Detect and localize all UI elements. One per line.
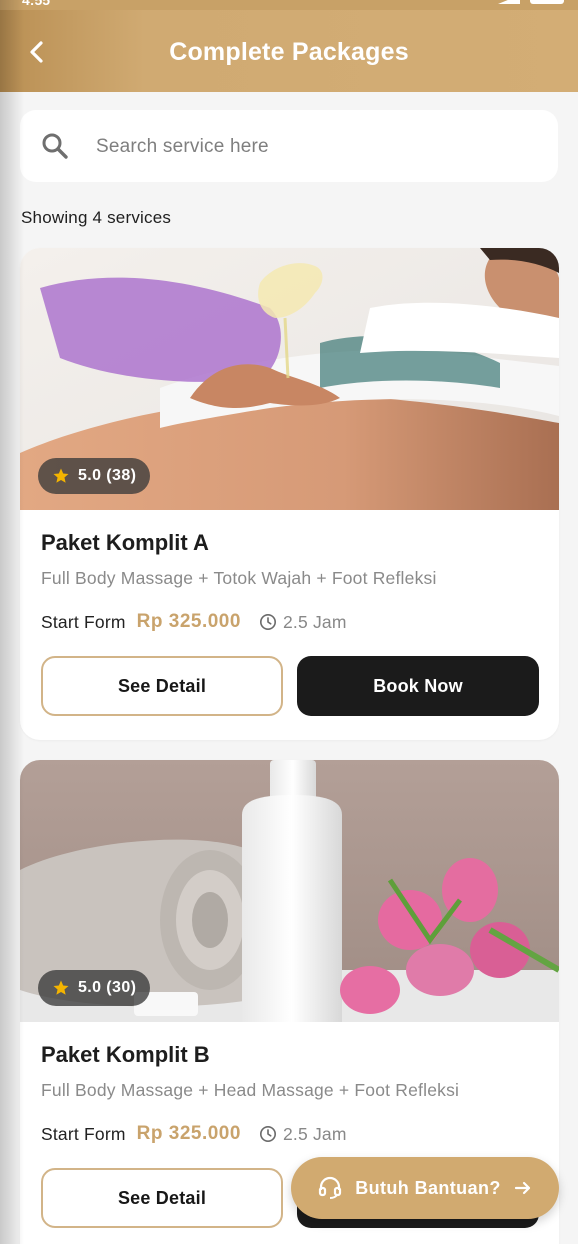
service-description: Full Body Massage + Head Massage + Foot … [41, 1080, 460, 1100]
duration: 2.5 Jam [282, 1123, 347, 1144]
star-icon [53, 980, 69, 995]
price-row: Start Form Rp 325.000 2.5 Jam [41, 608, 347, 636]
app-screen: 4:55 Complete Packages Showing 4 service… [0, 0, 578, 1244]
service-description: Full Body Massage + Totok Wajah + Foot R… [41, 568, 437, 588]
service-image: 5.0 (30) [20, 760, 559, 1022]
results-count: Showing 4 services [21, 208, 172, 227]
rating-badge: 5.0 (38) [38, 458, 151, 494]
app-header: Complete Packages [0, 10, 578, 92]
search-bar[interactable] [20, 110, 558, 182]
rating-text: 5.0 (38) [78, 467, 137, 484]
see-detail-button[interactable]: See Detail [41, 656, 283, 716]
signal-icon [498, 0, 520, 4]
service-card[interactable]: 5.0 (38) Paket Komplit A Full Body Massa… [20, 248, 559, 740]
clock-icon [259, 1125, 276, 1143]
help-button[interactable]: Butuh Bantuan? [291, 1157, 559, 1219]
price: Rp 325.000 [136, 611, 241, 632]
star-icon [53, 468, 69, 483]
start-label: Start Form [41, 611, 126, 632]
start-label: Start Form [41, 1123, 126, 1144]
status-time: 4:55 [22, 0, 51, 8]
service-title: Paket Komplit B [41, 1042, 210, 1067]
rating-text: 5.0 (30) [78, 979, 137, 996]
duration: 2.5 Jam [282, 611, 347, 632]
price-row: Start Form Rp 325.000 2.5 Jam [41, 1120, 347, 1148]
see-detail-button[interactable]: See Detail [41, 1168, 283, 1228]
clock-icon [259, 613, 276, 631]
page-title: Complete Packages [169, 38, 409, 66]
status-icons [488, 0, 564, 5]
help-label: Butuh Bantuan? [355, 1177, 501, 1198]
search-input[interactable] [94, 128, 528, 166]
headset-icon [319, 1176, 342, 1199]
main-content: Showing 4 services [0, 92, 578, 1244]
book-now-button[interactable]: Book Now [297, 656, 539, 716]
battery-icon [530, 0, 564, 4]
rating-badge: 5.0 (30) [38, 970, 151, 1006]
price: Rp 325.000 [136, 1123, 241, 1144]
arrow-right-icon [514, 1181, 530, 1195]
service-image: 5.0 (38) [20, 248, 559, 510]
search-icon [42, 133, 68, 159]
service-title: Paket Komplit A [41, 530, 209, 555]
status-bar: 4:55 [0, 0, 578, 10]
